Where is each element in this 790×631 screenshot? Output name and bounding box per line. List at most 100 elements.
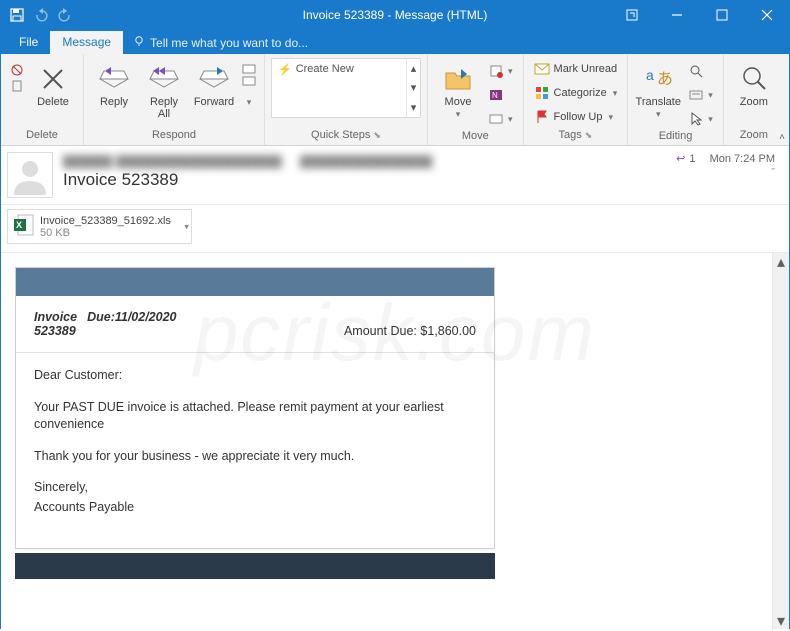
zoom-label: Zoom — [740, 96, 768, 108]
cursor-icon — [688, 111, 704, 127]
categorize-button[interactable]: Categorize▾ — [530, 82, 622, 104]
title-bar: Invoice 523389 - Message (HTML) — [1, 1, 789, 29]
collapse-ribbon-icon[interactable]: ˄ — [779, 132, 785, 143]
body-line-2: Thank you for your business - we appreci… — [34, 448, 476, 466]
tab-message[interactable]: Message — [50, 31, 123, 54]
body-line-1: Your PAST DUE invoice is attached. Pleas… — [34, 399, 476, 434]
delete-button[interactable]: Delete — [29, 58, 77, 120]
attachment-name: Invoice_523389_51692.xls — [40, 215, 171, 227]
svg-text:X: X — [16, 220, 22, 230]
redo-icon[interactable] — [57, 7, 73, 23]
attachment-size: 50 KB — [40, 227, 171, 239]
invoice-label: Invoice — [34, 310, 77, 324]
quicksteps-gallery[interactable]: ⚡ Create New ▴▾▾ — [271, 58, 421, 118]
window-popout-icon[interactable] — [609, 1, 654, 29]
svg-text:a: a — [646, 67, 654, 83]
greeting: Dear Customer: — [34, 367, 476, 385]
invoice-amount: Amount Due: $1,860.00 — [344, 324, 476, 338]
reply-arrow-icon: ↩ — [676, 152, 685, 165]
excel-file-icon: X — [14, 214, 34, 239]
tab-file[interactable]: File — [7, 31, 50, 54]
lightning-icon: ⚡ — [278, 63, 292, 76]
delete-label: Delete — [37, 96, 69, 108]
translate-label: Translate — [636, 96, 681, 108]
reply-all-label-2: All — [158, 108, 170, 120]
ribbon-group-respond: Reply ReplyAll Forward ▾ Respond — [84, 54, 265, 145]
received-time: Mon 7:24 PM — [710, 153, 775, 165]
rules-icon — [488, 63, 504, 79]
message-body: Invoice 523389 Due:11/02/2020 Amount Due… — [1, 253, 772, 629]
ribbon: Delete Delete Reply ReplyAll Forward ▾ — [1, 54, 789, 146]
undo-icon[interactable] — [33, 7, 49, 23]
group-label-zoom: Zoom — [730, 129, 778, 143]
group-label-respond: Respond — [90, 129, 258, 143]
move-button[interactable]: Move▾ — [434, 58, 482, 120]
minimize-button[interactable] — [654, 1, 699, 29]
subject: Invoice 523389 — [63, 170, 676, 190]
categorize-icon — [534, 85, 550, 101]
close-button[interactable] — [744, 1, 789, 29]
translate-button[interactable]: aあ Translate▾ — [634, 58, 682, 120]
signoff-2: Accounts Payable — [34, 499, 476, 517]
select-button[interactable]: ▾ — [684, 108, 717, 130]
gallery-down-icon[interactable]: ▾ — [407, 78, 420, 97]
find-button[interactable] — [684, 60, 717, 82]
message-header: ██████ ████████████████████ ████████████… — [1, 146, 789, 205]
scroll-down-icon[interactable]: ▾ — [773, 612, 789, 629]
invoice-card: Invoice 523389 Due:11/02/2020 Amount Due… — [15, 267, 495, 549]
envelope-closed-icon — [534, 61, 550, 77]
forward-button[interactable]: Forward — [190, 58, 238, 120]
gallery-up-icon[interactable]: ▴ — [407, 59, 420, 78]
ignore-button[interactable] — [7, 58, 27, 96]
group-label-tags: Tags ⬊ — [530, 129, 622, 143]
search-icon — [688, 63, 704, 79]
attachment-chip[interactable]: X Invoice_523389_51692.xls 50 KB ▾ — [7, 209, 192, 244]
header-chevron-icon[interactable]: ˇ — [771, 167, 775, 179]
categorize-label: Categorize — [554, 87, 607, 99]
related-icon — [688, 87, 704, 103]
save-icon[interactable] — [9, 7, 25, 23]
invoice-due: Due:11/02/2020 — [87, 310, 176, 338]
follow-up-button[interactable]: Follow Up▾ — [530, 106, 622, 128]
zoom-button[interactable]: Zoom — [730, 58, 778, 120]
vertical-scrollbar[interactable]: ▴ ▾ — [772, 253, 789, 629]
actions-button[interactable]: ▾ — [484, 108, 517, 130]
tell-me-search[interactable]: Tell me what you want to do... — [123, 31, 318, 54]
mark-unread-button[interactable]: Mark Unread — [530, 58, 622, 80]
lightbulb-icon — [133, 35, 145, 50]
reply-count: 1 — [689, 153, 695, 165]
tell-me-label: Tell me what you want to do... — [150, 36, 308, 50]
group-label-quicksteps: Quick Steps ⬊ — [271, 129, 421, 143]
window-title: Invoice 523389 - Message (HTML) — [303, 8, 488, 22]
gallery-more-icon[interactable]: ▾ — [407, 98, 420, 117]
more-respond-button[interactable]: ▾ — [240, 58, 258, 120]
reply-all-button[interactable]: ReplyAll — [140, 58, 188, 120]
ribbon-group-tags: Mark Unread Categorize▾ Follow Up▾ Tags … — [524, 54, 629, 145]
from-line: ██████ ████████████████████ ████████████… — [63, 152, 676, 168]
ribbon-group-editing: aあ Translate▾ ▾ ▾ Editing — [628, 54, 724, 145]
invoice-header-bar — [16, 268, 494, 296]
forward-label: Forward — [194, 96, 234, 108]
create-new-label: Create New — [296, 63, 354, 75]
ribbon-group-delete: Delete Delete — [1, 54, 84, 145]
reply-indicator: ↩ 1 Mon 7:24 PM — [676, 152, 775, 165]
reply-label: Reply — [100, 96, 128, 108]
maximize-button[interactable] — [699, 1, 744, 29]
rules-button[interactable]: ▾ — [484, 60, 517, 82]
attachment-row: X Invoice_523389_51692.xls 50 KB ▾ — [1, 205, 789, 253]
actions-icon — [488, 111, 504, 127]
related-button[interactable]: ▾ — [684, 84, 717, 106]
svg-text:N: N — [492, 91, 498, 100]
attachment-dropdown-icon[interactable]: ▾ — [184, 221, 189, 232]
follow-up-label: Follow Up — [554, 111, 603, 123]
group-label-move: Move — [434, 130, 517, 144]
signoff-1: Sincerely, — [34, 479, 476, 497]
reply-button[interactable]: Reply — [90, 58, 138, 120]
group-label-delete: Delete — [7, 129, 77, 143]
ribbon-group-quicksteps: ⚡ Create New ▴▾▾ Quick Steps ⬊ — [265, 54, 428, 145]
onenote-button[interactable]: N — [484, 84, 517, 106]
invoice-number: 523389 — [34, 324, 77, 338]
scroll-up-icon[interactable]: ▴ — [773, 253, 789, 270]
reply-all-label-1: Reply — [150, 96, 178, 108]
ribbon-group-move: Move▾ ▾ N ▾ Move — [428, 54, 524, 145]
